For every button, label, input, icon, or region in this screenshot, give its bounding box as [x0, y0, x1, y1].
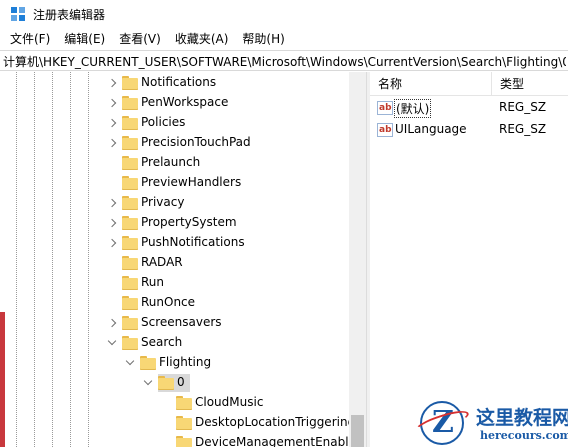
- list-column-header: 名称 类型: [370, 72, 568, 96]
- folder-icon: [122, 296, 138, 310]
- tree-item-label: RunOnce: [141, 295, 196, 309]
- folder-icon: [140, 356, 156, 370]
- values-list-pane[interactable]: 名称 类型 ab (默认) REG_SZ ab UILanguage REG_S…: [370, 72, 568, 447]
- folder-icon: [158, 376, 174, 390]
- tree-item-label: Privacy: [141, 195, 185, 209]
- value-row-default[interactable]: ab (默认) REG_SZ: [370, 97, 568, 119]
- folder-icon: [122, 196, 138, 210]
- collapse-chevron-icon[interactable]: [142, 376, 154, 390]
- tree-item-label: PropertySystem: [141, 215, 237, 229]
- tree-pane[interactable]: Notifications PenWorkspace Policies Precisi…: [0, 72, 366, 447]
- menu-edit[interactable]: 编辑(E): [57, 29, 112, 49]
- folder-icon: [122, 116, 138, 130]
- tree-item-label: DeviceManagementEnabled: [195, 435, 364, 447]
- tree-item-label: PushNotifications: [141, 235, 245, 249]
- expand-chevron-icon[interactable]: [106, 216, 118, 230]
- tree-item[interactable]: CloudMusic: [0, 393, 366, 413]
- tree-item-label: Run: [141, 275, 165, 289]
- address-path[interactable]: 计算机\HKEY_CURRENT_USER\SOFTWARE\Microsoft…: [3, 53, 566, 70]
- watermark-cn-text: 这里教程网: [476, 407, 568, 429]
- expand-chevron-icon[interactable]: [106, 196, 118, 210]
- tree-item-label: DesktopLocationTriggering: [195, 415, 356, 429]
- tree-item-label: 0: [177, 375, 185, 389]
- string-value-icon: ab: [377, 101, 393, 115]
- watermark-en-text: herecours.com: [480, 429, 568, 442]
- folder-icon: [122, 216, 138, 230]
- tree-item-label: PrecisionTouchPad: [141, 135, 251, 149]
- tree-item-label: CloudMusic: [195, 395, 264, 409]
- tree-item-label: Policies: [141, 115, 186, 129]
- tree-item-label: Search: [141, 335, 183, 349]
- window-title: 注册表编辑器: [33, 8, 106, 22]
- tree-item[interactable]: RADAR: [0, 253, 366, 273]
- expand-chevron-icon[interactable]: [106, 236, 118, 250]
- tree-item-label: Prelaunch: [141, 155, 201, 169]
- expand-chevron-icon[interactable]: [106, 96, 118, 110]
- folder-icon: [122, 176, 138, 190]
- tree-item[interactable]: DeviceManagementEnabled: [0, 433, 366, 447]
- tree-item[interactable]: Run: [0, 273, 366, 293]
- tree-item[interactable]: RunOnce: [0, 293, 366, 313]
- tree-item[interactable]: Policies: [0, 113, 366, 133]
- folder-icon: [122, 276, 138, 290]
- folder-icon: [122, 316, 138, 330]
- expand-chevron-icon[interactable]: [106, 116, 118, 130]
- value-row-uilanguage[interactable]: ab UILanguage REG_SZ: [370, 119, 568, 141]
- tree-item[interactable]: Search: [0, 333, 366, 353]
- expand-chevron-icon[interactable]: [106, 316, 118, 330]
- value-name: (默认): [393, 99, 432, 118]
- tree-item-label: Flighting: [159, 355, 212, 369]
- tree-item[interactable]: Notifications: [0, 73, 366, 93]
- folder-icon: [122, 256, 138, 270]
- expand-chevron-icon[interactable]: [106, 136, 118, 150]
- tree-item-label: Notifications: [141, 75, 217, 89]
- title-bar: 注册表编辑器: [0, 0, 568, 28]
- column-header-type[interactable]: 类型: [492, 72, 568, 96]
- value-type: REG_SZ: [499, 122, 547, 136]
- regedit-app-icon: [11, 7, 26, 22]
- string-value-icon: ab: [377, 123, 393, 137]
- folder-icon: [122, 336, 138, 350]
- tree-item[interactable]: DesktopLocationTriggering: [0, 413, 366, 433]
- tree-item-label: RADAR: [141, 255, 183, 269]
- tree-item[interactable]: PushNotifications: [0, 233, 366, 253]
- tree-item-label: PreviewHandlers: [141, 175, 242, 189]
- tree-item[interactable]: PropertySystem: [0, 213, 366, 233]
- tree-item-label: PenWorkspace: [141, 95, 229, 109]
- folder-icon: [122, 96, 138, 110]
- tree-item[interactable]: PrecisionTouchPad: [0, 133, 366, 153]
- column-header-name[interactable]: 名称: [370, 72, 492, 96]
- tree-item[interactable]: Prelaunch: [0, 153, 366, 173]
- tree-item[interactable]: Flighting: [0, 353, 366, 373]
- folder-icon: [122, 136, 138, 150]
- collapse-chevron-icon[interactable]: [106, 336, 118, 350]
- tree-vertical-scrollbar[interactable]: [349, 72, 366, 447]
- tree-item[interactable]: PenWorkspace: [0, 93, 366, 113]
- menu-favorites[interactable]: 收藏夹(A): [168, 29, 236, 49]
- value-name: UILanguage: [395, 122, 467, 136]
- tree-scrollbar-thumb[interactable]: [351, 415, 364, 447]
- folder-icon: [122, 236, 138, 250]
- menu-view[interactable]: 查看(V): [112, 29, 168, 49]
- expand-chevron-icon[interactable]: [106, 76, 118, 90]
- address-bar[interactable]: 计算机\HKEY_CURRENT_USER\SOFTWARE\Microsoft…: [0, 50, 568, 71]
- folder-icon: [176, 436, 192, 447]
- value-type: REG_SZ: [499, 100, 547, 114]
- collapse-chevron-icon[interactable]: [124, 356, 136, 370]
- tree-item[interactable]: 0: [0, 373, 366, 393]
- tree-item[interactable]: PreviewHandlers: [0, 173, 366, 193]
- menu-bar: 文件(F) 编辑(E) 查看(V) 收藏夹(A) 帮助(H): [0, 28, 568, 49]
- menu-help[interactable]: 帮助(H): [235, 29, 291, 49]
- folder-icon: [122, 76, 138, 90]
- site-watermark: Z 这里教程网 herecours.com: [413, 399, 568, 447]
- tree-item[interactable]: Screensavers: [0, 313, 366, 333]
- tree-item-label: Screensavers: [141, 315, 222, 329]
- folder-icon: [176, 416, 192, 430]
- menu-file[interactable]: 文件(F): [0, 29, 57, 49]
- tree-item[interactable]: Privacy: [0, 193, 366, 213]
- folder-icon: [122, 156, 138, 170]
- folder-icon: [176, 396, 192, 410]
